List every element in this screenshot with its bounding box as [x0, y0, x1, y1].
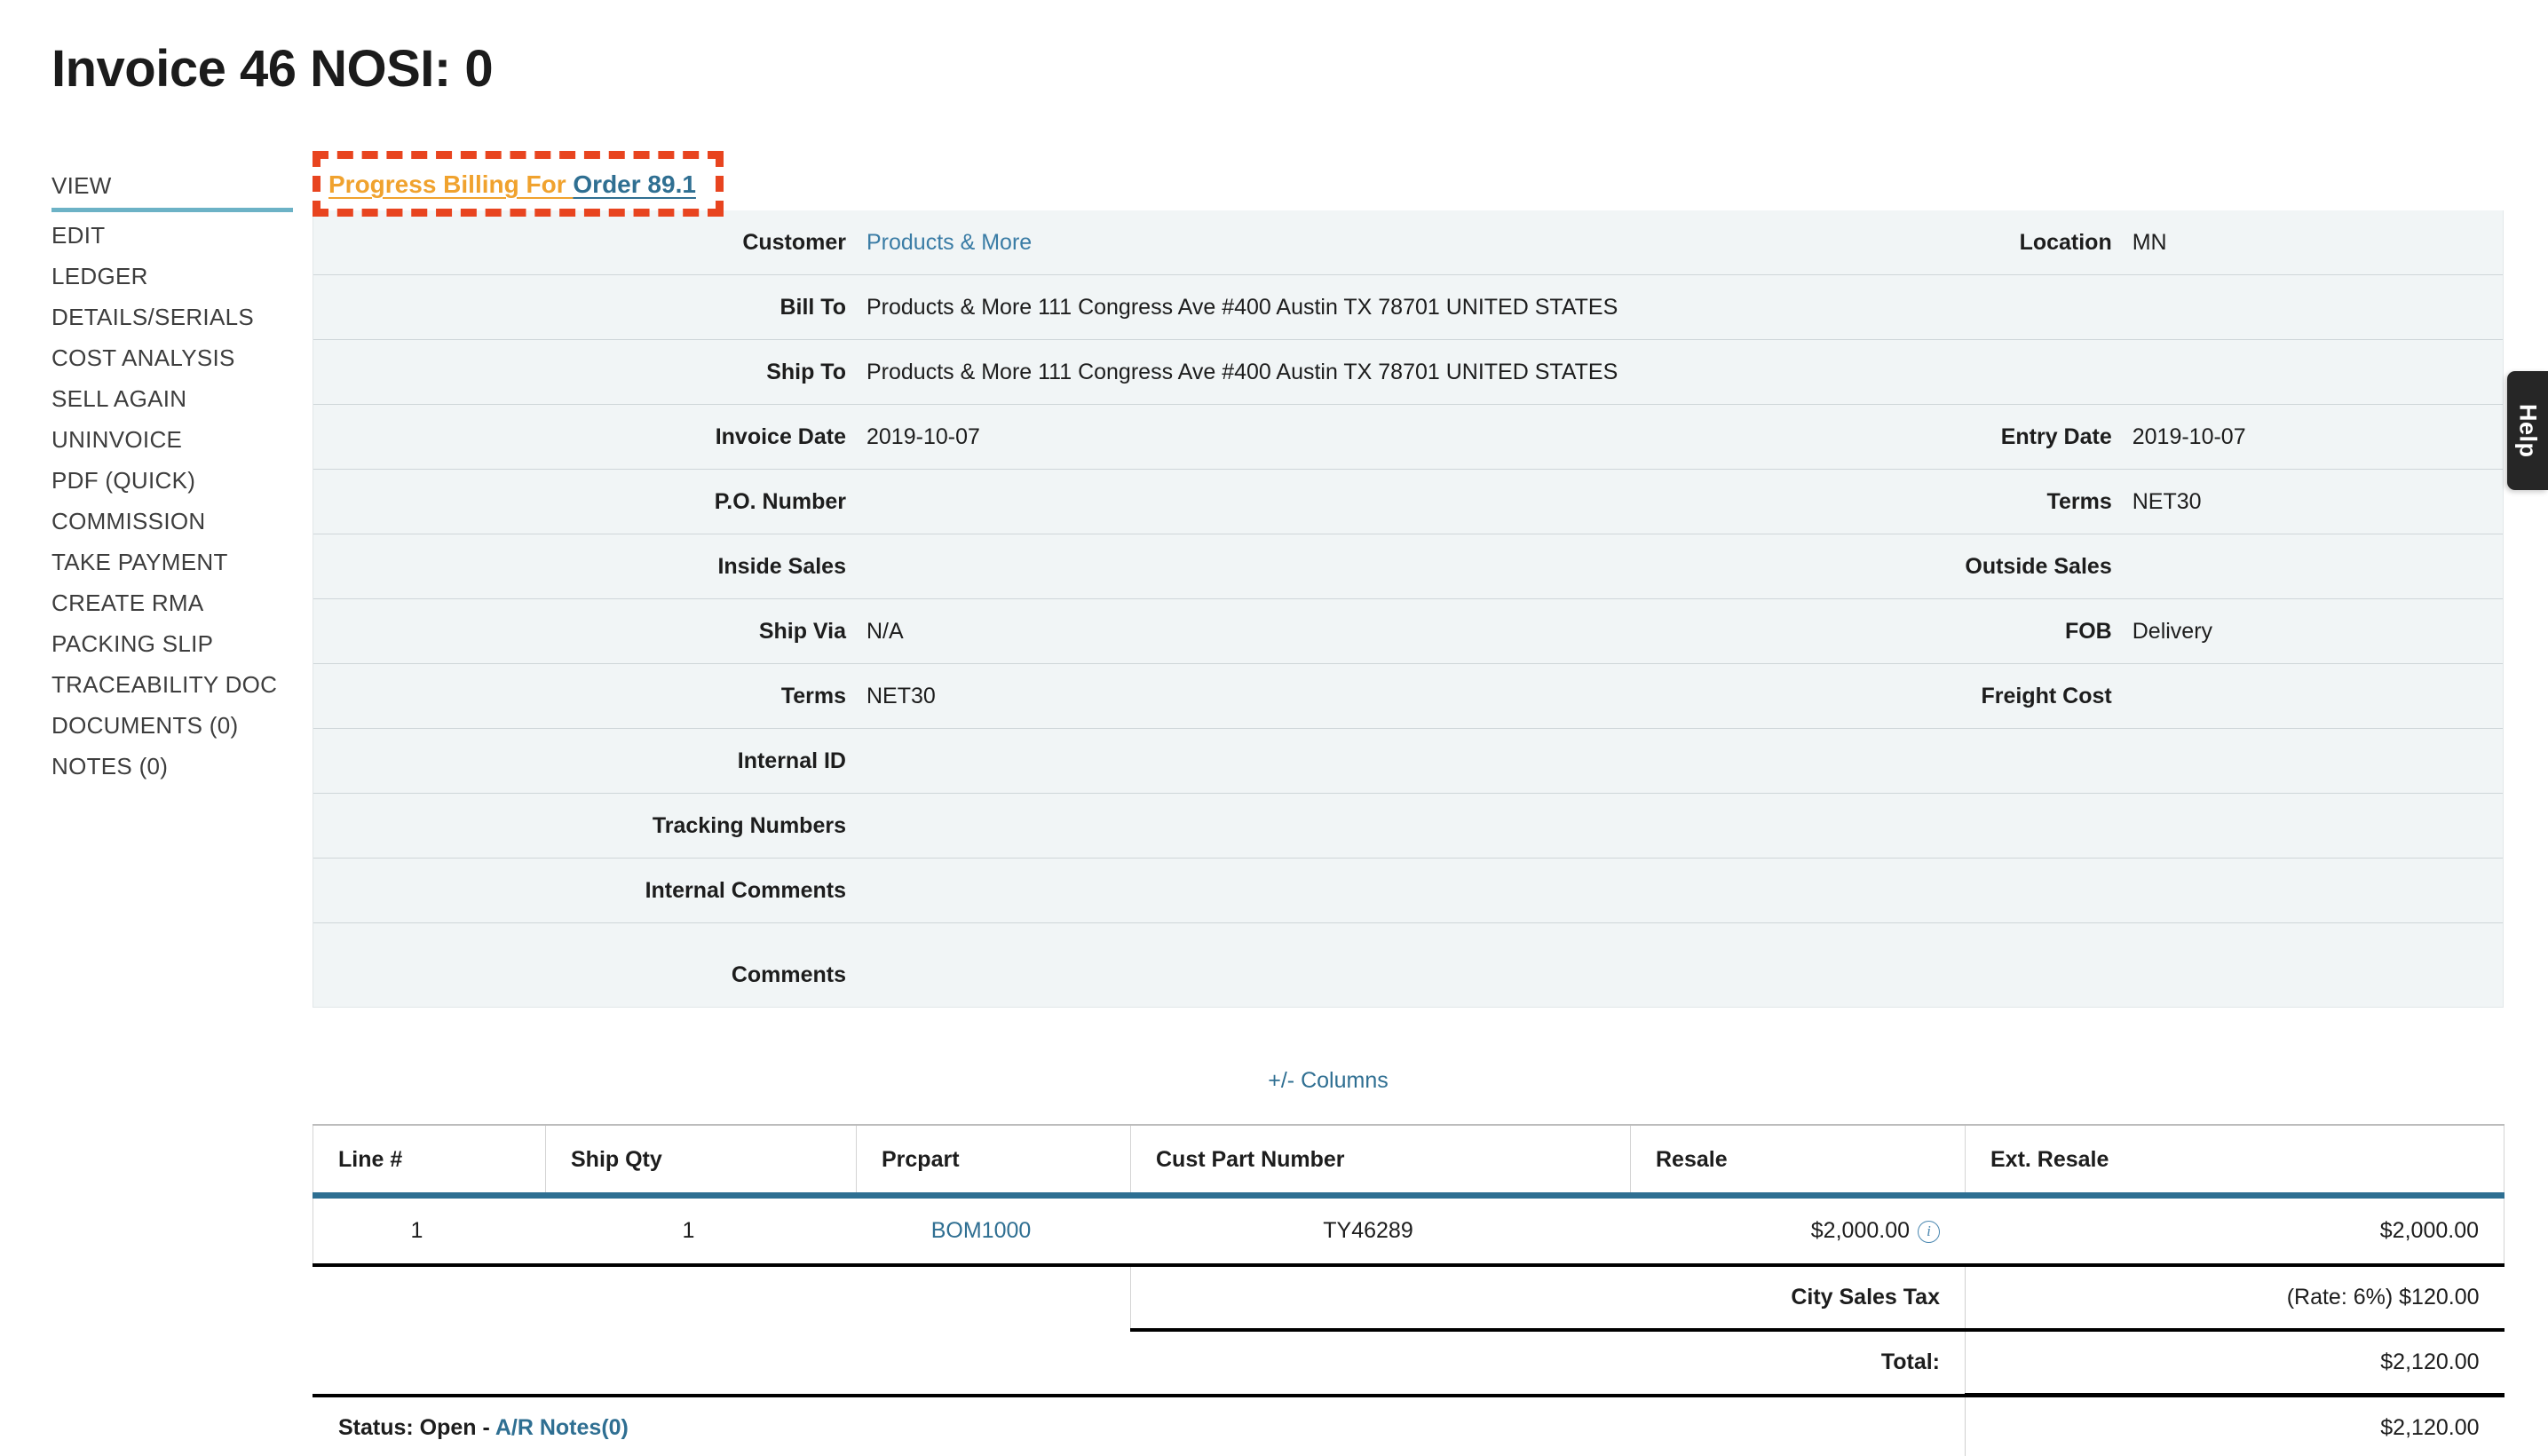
sidebar-item-documents[interactable]: DOCUMENTS (0): [51, 705, 300, 746]
progress-billing-banner: Progress Billing For Order 89.1: [328, 170, 696, 199]
sidebar-item-commission[interactable]: COMMISSION: [51, 501, 300, 542]
total-value: $2,120.00: [1965, 1330, 2504, 1397]
column-header-line-number[interactable]: Line #: [313, 1124, 546, 1199]
internal-comments-label: Internal Comments: [645, 877, 846, 903]
ar-notes-link[interactable]: A/R Notes(0): [495, 1415, 629, 1440]
detail-row-terms-freight: Terms NET30 Freight Cost: [313, 664, 2503, 729]
comments-label: Comments: [731, 961, 846, 987]
bill-to-label: Bill To: [779, 294, 846, 320]
invoice-date-label: Invoice Date: [715, 423, 846, 449]
tax-label: City Sales Tax: [1130, 1265, 1966, 1332]
page-title: Invoice 46 NOSI: 0: [51, 40, 494, 98]
status-row: Status: Open - A/R Notes(0) $2,120.00: [313, 1395, 2504, 1456]
column-header-ext-resale[interactable]: Ext. Resale: [1965, 1124, 2504, 1199]
total-row: Total: $2,120.00: [313, 1330, 2504, 1397]
ship-via-label: Ship Via: [758, 618, 846, 644]
cell-ext-resale: $2,000.00: [1965, 1195, 2504, 1267]
detail-row-dates: Invoice Date 2019-10-07 Entry Date 2019-…: [313, 405, 2503, 470]
sidebar-item-ledger[interactable]: LEDGER: [51, 256, 300, 297]
cell-resale-amount: $2,000.00: [1810, 1218, 1910, 1243]
sidebar-item-packing-slip[interactable]: PACKING SLIP: [51, 623, 300, 664]
bill-to-value: Products & More 111 Congress Ave #400 Au…: [866, 294, 1618, 320]
balance-value: $2,120.00: [1965, 1395, 2504, 1456]
status-text: Status: Open -: [338, 1414, 495, 1440]
sidebar-item-edit[interactable]: EDIT: [51, 215, 300, 256]
detail-row-sales: Inside Sales Outside Sales: [313, 534, 2503, 599]
tracking-numbers-label: Tracking Numbers: [652, 812, 846, 838]
info-icon[interactable]: i: [1918, 1221, 1940, 1243]
toggle-columns-label: +/- Columns: [1268, 1068, 1389, 1093]
internal-id-label: Internal ID: [737, 748, 846, 773]
ship-to-label: Ship To: [766, 359, 846, 384]
terms-label: Terms: [780, 683, 846, 708]
sidebar-item-view[interactable]: VIEW: [51, 165, 293, 212]
detail-row-shipvia-fob: Ship Via N/A FOB Delivery: [313, 599, 2503, 664]
detail-row-internal-id: Internal ID: [313, 729, 2503, 794]
cell-line-number: 1: [313, 1195, 546, 1267]
column-header-ship-qty[interactable]: Ship Qty: [545, 1124, 857, 1199]
po-number-label: P.O. Number: [714, 488, 846, 514]
location-label: Location: [2019, 229, 2112, 255]
detail-row-customer-location: Customer Products & More Location MN: [313, 210, 2503, 275]
ship-to-value: Products & More 111 Congress Ave #400 Au…: [866, 359, 1618, 384]
sidebar-nav: VIEW EDIT LEDGER DETAILS/SERIALS COST AN…: [51, 165, 300, 787]
inside-sales-label: Inside Sales: [717, 553, 846, 579]
terms-right-label: Terms: [2046, 488, 2112, 514]
entry-date-value: 2019-10-07: [2132, 423, 2246, 449]
help-tab[interactable]: Help: [2507, 371, 2548, 490]
column-header-prcpart[interactable]: Prcpart: [856, 1124, 1131, 1199]
detail-row-bill-to: Bill To Products & More 111 Congress Ave…: [313, 275, 2503, 340]
detail-row-po-terms: P.O. Number Terms NET30: [313, 470, 2503, 534]
invoice-date-value: 2019-10-07: [866, 423, 980, 449]
customer-label: Customer: [742, 229, 846, 255]
freight-cost-label: Freight Cost: [1981, 683, 2112, 708]
total-label: Total:: [1130, 1330, 1966, 1397]
cell-prcpart[interactable]: BOM1000: [856, 1195, 1131, 1267]
line-items-header-row: Line # Ship Qty Prcpart Cust Part Number…: [313, 1124, 2504, 1199]
customer-value[interactable]: Products & More: [866, 230, 1032, 256]
fob-value: Delivery: [2132, 618, 2213, 644]
toggle-columns-link[interactable]: +/- Columns: [0, 1068, 2548, 1094]
cell-ship-qty: 1: [545, 1195, 857, 1267]
prcpart-link[interactable]: BOM1000: [931, 1218, 1032, 1243]
total-row-spacer: [313, 1330, 1131, 1397]
table-row: 1 1 BOM1000 TY46289 $2,000.00 i $2,000.00: [313, 1195, 2504, 1267]
tax-row: City Sales Tax (Rate: 6%) $120.00: [313, 1265, 2504, 1332]
order-link[interactable]: Order 89.1: [573, 170, 696, 198]
tax-value: (Rate: 6%) $120.00: [1965, 1265, 2504, 1332]
sidebar-item-take-payment[interactable]: TAKE PAYMENT: [51, 542, 300, 582]
status-cell: Status: Open - A/R Notes(0): [313, 1395, 1966, 1456]
sidebar-item-sell-again[interactable]: SELL AGAIN: [51, 378, 300, 419]
terms-right-value: NET30: [2132, 488, 2202, 514]
cell-cust-part-number: TY46289: [1130, 1195, 1631, 1267]
column-header-resale[interactable]: Resale: [1630, 1124, 1966, 1199]
sidebar-item-pdf-quick[interactable]: PDF (QUICK): [51, 460, 300, 501]
sidebar-item-details-serials[interactable]: DETAILS/SERIALS: [51, 297, 300, 337]
sidebar-item-uninvoice[interactable]: UNINVOICE: [51, 419, 300, 460]
invoice-detail-panel: Customer Products & More Location MN Bil…: [313, 210, 2504, 1008]
cell-resale: $2,000.00 i: [1630, 1195, 1966, 1267]
sidebar-item-cost-analysis[interactable]: COST ANALYSIS: [51, 337, 300, 378]
detail-row-internal-comments: Internal Comments: [313, 859, 2503, 923]
sidebar-item-traceability-doc[interactable]: TRACEABILITY DOC: [51, 664, 300, 705]
progress-billing-label[interactable]: Progress Billing For: [328, 170, 573, 198]
entry-date-label: Entry Date: [2000, 423, 2112, 449]
outside-sales-label: Outside Sales: [1965, 553, 2112, 579]
sidebar-item-notes[interactable]: NOTES (0): [51, 746, 300, 787]
ship-via-value: N/A: [866, 618, 904, 644]
help-tab-label: Help: [2514, 403, 2542, 458]
line-items-table: Line # Ship Qty Prcpart Cust Part Number…: [313, 1124, 2504, 1456]
detail-row-ship-to: Ship To Products & More 111 Congress Ave…: [313, 340, 2503, 405]
fob-label: FOB: [2064, 618, 2112, 644]
detail-row-comments: Comments: [313, 923, 2503, 1007]
terms-value: NET30: [866, 683, 936, 708]
invoice-view-page: Invoice 46 NOSI: 0 VIEW EDIT LEDGER DETA…: [0, 0, 2548, 1456]
column-header-cust-part-number[interactable]: Cust Part Number: [1130, 1124, 1631, 1199]
location-value: MN: [2132, 229, 2167, 255]
detail-row-tracking-numbers: Tracking Numbers: [313, 794, 2503, 859]
tax-row-spacer: [313, 1265, 1131, 1330]
sidebar-item-create-rma[interactable]: CREATE RMA: [51, 582, 300, 623]
